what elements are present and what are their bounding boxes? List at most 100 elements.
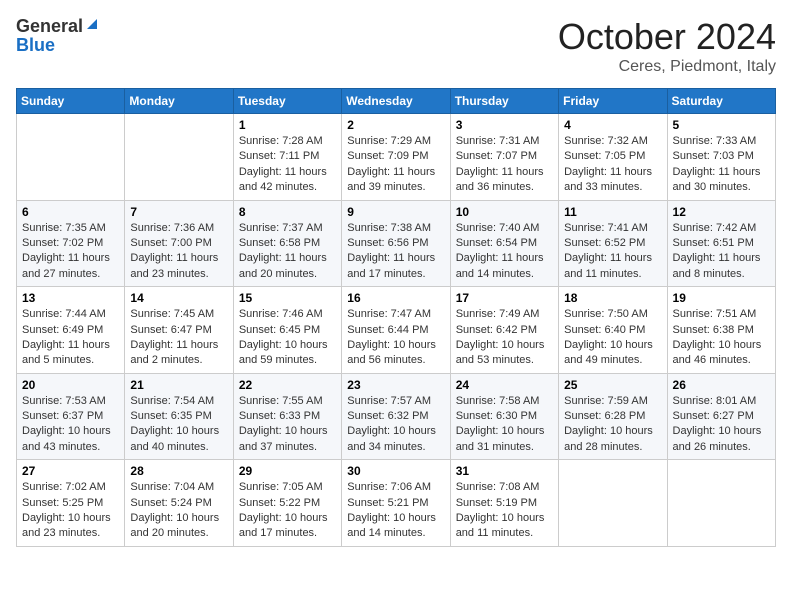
day-info: Sunrise: 7:50 AMSunset: 6:40 PMDaylight:… (564, 308, 653, 366)
day-info: Sunrise: 7:55 AMSunset: 6:33 PMDaylight:… (239, 395, 328, 453)
day-info: Sunrise: 7:36 AMSunset: 7:00 PMDaylight:… (130, 222, 218, 280)
calendar-cell: 5Sunrise: 7:33 AMSunset: 7:03 PMDaylight… (667, 114, 775, 201)
day-number: 12 (673, 205, 770, 219)
day-number: 21 (130, 378, 227, 392)
day-info: Sunrise: 7:46 AMSunset: 6:45 PMDaylight:… (239, 308, 328, 366)
day-info: Sunrise: 7:45 AMSunset: 6:47 PMDaylight:… (130, 308, 218, 366)
day-number: 27 (22, 464, 119, 478)
calendar-cell (125, 114, 233, 201)
day-number: 13 (22, 291, 119, 305)
calendar-table: SundayMondayTuesdayWednesdayThursdayFrid… (16, 88, 776, 547)
day-number: 7 (130, 205, 227, 219)
day-info: Sunrise: 7:44 AMSunset: 6:49 PMDaylight:… (22, 308, 110, 366)
calendar-header-day: Sunday (17, 89, 125, 114)
day-info: Sunrise: 7:49 AMSunset: 6:42 PMDaylight:… (456, 308, 545, 366)
calendar-cell: 10 Sunrise: 7:40 AMSunset: 6:54 PMDayligh… (450, 200, 558, 287)
day-number: 28 (130, 464, 227, 478)
day-number: 9 (347, 205, 444, 219)
calendar-header-day: Saturday (667, 89, 775, 114)
calendar-cell: 7 Sunrise: 7:36 AMSunset: 7:00 PMDaylight… (125, 200, 233, 287)
calendar-cell: 20Sunrise: 7:53 AMSunset: 6:37 PMDayligh… (17, 373, 125, 460)
calendar-cell: 11Sunrise: 7:41 AMSunset: 6:52 PMDayligh… (559, 200, 667, 287)
day-number: 1 (239, 118, 336, 132)
calendar-header-day: Monday (125, 89, 233, 114)
day-number: 6 (22, 205, 119, 219)
calendar-cell: 26 Sunrise: 8:01 AMSunset: 6:27 PMDayligh… (667, 373, 775, 460)
day-info: Sunrise: 7:57 AMSunset: 6:32 PMDaylight:… (347, 395, 436, 453)
calendar-cell: 13 Sunrise: 7:44 AMSunset: 6:49 PMDayligh… (17, 287, 125, 374)
location-title: Ceres, Piedmont, Italy (558, 58, 776, 76)
calendar-header-day: Tuesday (233, 89, 341, 114)
calendar-cell: 19Sunrise: 7:51 AMSunset: 6:38 PMDayligh… (667, 287, 775, 374)
day-number: 25 (564, 378, 661, 392)
calendar-cell: 31 Sunrise: 7:08 AMSunset: 5:19 PMDayligh… (450, 460, 558, 547)
day-info: Sunrise: 7:06 AMSunset: 5:21 PMDaylight:… (347, 481, 436, 539)
day-info: Sunrise: 7:37 AMSunset: 6:58 PMDaylight:… (239, 222, 327, 280)
calendar-cell: 23 Sunrise: 7:57 AMSunset: 6:32 PMDayligh… (342, 373, 450, 460)
day-number: 17 (456, 291, 553, 305)
logo: General Blue (16, 16, 99, 56)
day-info: Sunrise: 8:01 AMSunset: 6:27 PMDaylight:… (673, 395, 762, 453)
calendar-week-row: 20Sunrise: 7:53 AMSunset: 6:37 PMDayligh… (17, 373, 776, 460)
day-info: Sunrise: 7:28 AMSunset: 7:11 PMDaylight:… (239, 135, 327, 193)
calendar-header-day: Thursday (450, 89, 558, 114)
day-info: Sunrise: 7:47 AMSunset: 6:44 PMDaylight:… (347, 308, 436, 366)
day-number: 10 (456, 205, 553, 219)
day-number: 3 (456, 118, 553, 132)
calendar-cell (559, 460, 667, 547)
day-number: 8 (239, 205, 336, 219)
day-info: Sunrise: 7:04 AMSunset: 5:24 PMDaylight:… (130, 481, 219, 539)
day-info: Sunrise: 7:53 AMSunset: 6:37 PMDaylight:… (22, 395, 111, 453)
calendar-cell: 29Sunrise: 7:05 AMSunset: 5:22 PMDayligh… (233, 460, 341, 547)
day-info: Sunrise: 7:42 AMSunset: 6:51 PMDaylight:… (673, 222, 761, 280)
calendar-header-day: Friday (559, 89, 667, 114)
calendar-cell: 17 Sunrise: 7:49 AMSunset: 6:42 PMDayligh… (450, 287, 558, 374)
day-info: Sunrise: 7:02 AMSunset: 5:25 PMDaylight:… (22, 481, 111, 539)
calendar-cell: 22 Sunrise: 7:55 AMSunset: 6:33 PMDayligh… (233, 373, 341, 460)
day-number: 23 (347, 378, 444, 392)
day-info: Sunrise: 7:08 AMSunset: 5:19 PMDaylight:… (456, 481, 545, 539)
day-info: Sunrise: 7:29 AMSunset: 7:09 PMDaylight:… (347, 135, 435, 193)
page-header: General Blue October 2024 Ceres, Piedmon… (16, 16, 776, 76)
calendar-cell: 18 Sunrise: 7:50 AMSunset: 6:40 PMDayligh… (559, 287, 667, 374)
calendar-week-row: 6 Sunrise: 7:35 AMSunset: 7:02 PMDaylight… (17, 200, 776, 287)
day-number: 24 (456, 378, 553, 392)
logo-blue-text: Blue (16, 35, 55, 56)
calendar-cell: 4Sunrise: 7:32 AMSunset: 7:05 PMDaylight… (559, 114, 667, 201)
calendar-week-row: 27 Sunrise: 7:02 AMSunset: 5:25 PMDayligh… (17, 460, 776, 547)
day-info: Sunrise: 7:40 AMSunset: 6:54 PMDaylight:… (456, 222, 544, 280)
day-number: 26 (673, 378, 770, 392)
calendar-cell: 6 Sunrise: 7:35 AMSunset: 7:02 PMDaylight… (17, 200, 125, 287)
calendar-cell: 21 Sunrise: 7:54 AMSunset: 6:35 PMDayligh… (125, 373, 233, 460)
calendar-week-row: 1 Sunrise: 7:28 AMSunset: 7:11 PMDaylight… (17, 114, 776, 201)
calendar-cell: 30 Sunrise: 7:06 AMSunset: 5:21 PMDayligh… (342, 460, 450, 547)
calendar-cell: 28 Sunrise: 7:04 AMSunset: 5:24 PMDayligh… (125, 460, 233, 547)
day-info: Sunrise: 7:41 AMSunset: 6:52 PMDaylight:… (564, 222, 652, 280)
calendar-cell: 12 Sunrise: 7:42 AMSunset: 6:51 PMDayligh… (667, 200, 775, 287)
day-info: Sunrise: 7:58 AMSunset: 6:30 PMDaylight:… (456, 395, 545, 453)
day-number: 30 (347, 464, 444, 478)
calendar-cell: 8 Sunrise: 7:37 AMSunset: 6:58 PMDaylight… (233, 200, 341, 287)
calendar-cell: 14Sunrise: 7:45 AMSunset: 6:47 PMDayligh… (125, 287, 233, 374)
calendar-body: 1 Sunrise: 7:28 AMSunset: 7:11 PMDaylight… (17, 114, 776, 547)
day-info: Sunrise: 7:59 AMSunset: 6:28 PMDaylight:… (564, 395, 653, 453)
calendar-cell: 25 Sunrise: 7:59 AMSunset: 6:28 PMDayligh… (559, 373, 667, 460)
day-info: Sunrise: 7:38 AMSunset: 6:56 PMDaylight:… (347, 222, 435, 280)
calendar-week-row: 13 Sunrise: 7:44 AMSunset: 6:49 PMDayligh… (17, 287, 776, 374)
title-section: October 2024 Ceres, Piedmont, Italy (558, 16, 776, 76)
day-number: 19 (673, 291, 770, 305)
day-number: 2 (347, 118, 444, 132)
month-title: October 2024 (558, 16, 776, 58)
day-number: 18 (564, 291, 661, 305)
day-number: 15 (239, 291, 336, 305)
calendar-cell: 16Sunrise: 7:47 AMSunset: 6:44 PMDayligh… (342, 287, 450, 374)
calendar-cell: 24 Sunrise: 7:58 AMSunset: 6:30 PMDayligh… (450, 373, 558, 460)
calendar-header-row: SundayMondayTuesdayWednesdayThursdayFrid… (17, 89, 776, 114)
calendar-header-day: Wednesday (342, 89, 450, 114)
day-info: Sunrise: 7:35 AMSunset: 7:02 PMDaylight:… (22, 222, 110, 280)
day-number: 31 (456, 464, 553, 478)
day-info: Sunrise: 7:54 AMSunset: 6:35 PMDaylight:… (130, 395, 219, 453)
calendar-cell: 1 Sunrise: 7:28 AMSunset: 7:11 PMDaylight… (233, 114, 341, 201)
day-number: 22 (239, 378, 336, 392)
calendar-cell: 15 Sunrise: 7:46 AMSunset: 6:45 PMDayligh… (233, 287, 341, 374)
